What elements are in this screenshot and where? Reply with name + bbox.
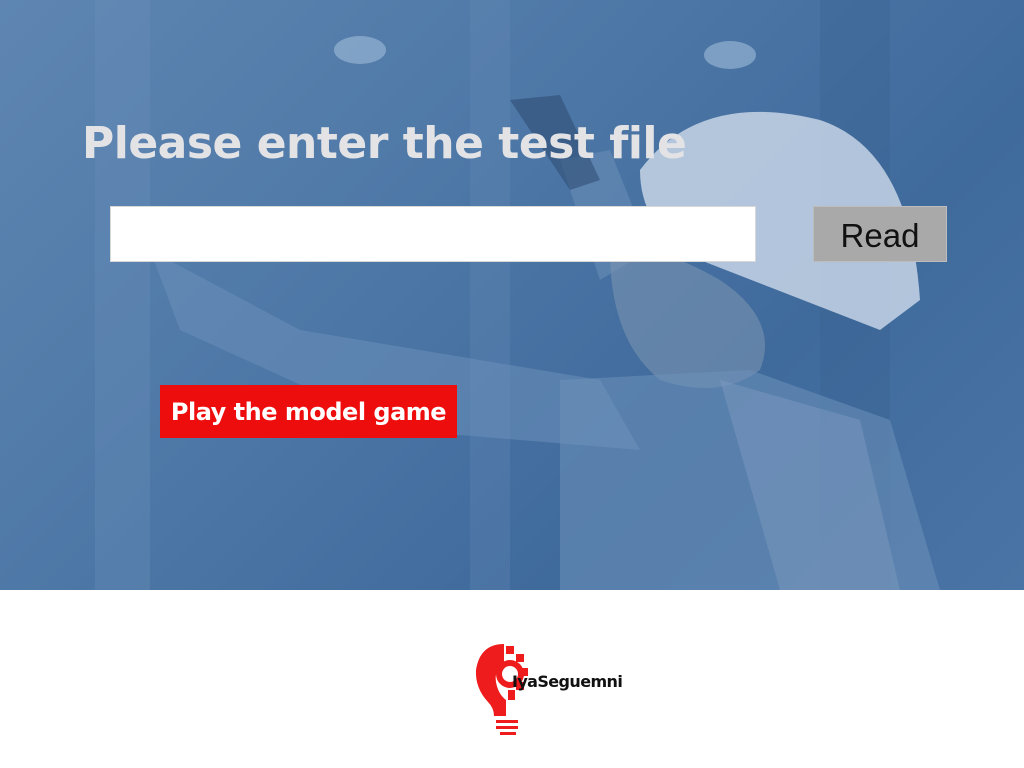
footer: IyaSeguemni xyxy=(0,590,1024,768)
play-model-game-label: Play the model game xyxy=(170,397,447,426)
brand-logo: IyaSeguemni xyxy=(472,642,632,742)
lightbulb-gear-icon xyxy=(475,644,528,735)
brand-name: IyaSeguemni xyxy=(512,672,623,691)
read-button-label: Read xyxy=(840,217,920,254)
hero-banner: Please enter the test file Read Play the… xyxy=(0,0,1024,590)
test-file-input[interactable] xyxy=(110,206,756,262)
play-model-game-button[interactable]: Play the model game xyxy=(160,385,457,438)
worker-background-image xyxy=(95,0,940,590)
read-button[interactable]: Read xyxy=(813,206,947,262)
page-title: Please enter the test file xyxy=(82,118,687,169)
